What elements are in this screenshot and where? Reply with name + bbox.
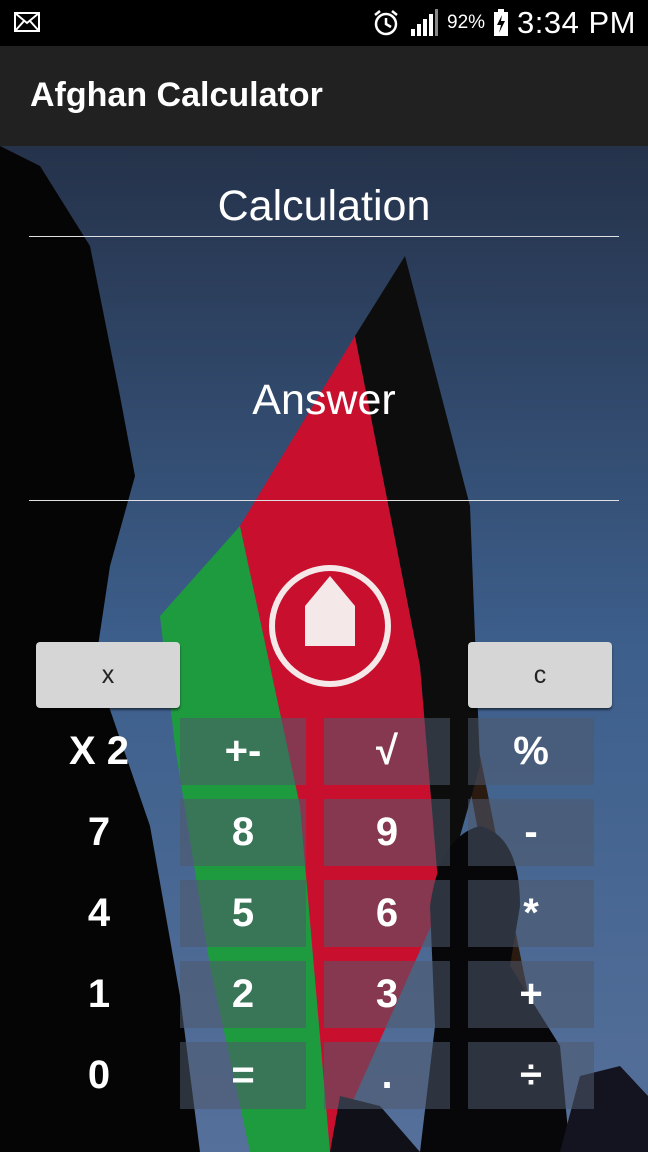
digit-0-key[interactable]: 0	[36, 1042, 162, 1109]
app-title: Afghan Calculator	[30, 76, 323, 114]
app-bar: Afghan Calculator	[0, 46, 648, 146]
square-key[interactable]: X 2	[36, 718, 162, 785]
mail-icon	[14, 12, 40, 32]
decimal-key[interactable]: .	[324, 1042, 450, 1109]
calculation-field[interactable]: Calculation	[29, 176, 619, 237]
battery-charging-icon	[494, 9, 509, 36]
subtract-key[interactable]: -	[468, 799, 594, 866]
divide-key[interactable]: ÷	[468, 1042, 594, 1109]
digit-7-key[interactable]: 7	[36, 799, 162, 866]
digit-2-key[interactable]: 2	[180, 961, 306, 1028]
digit-8-key[interactable]: 8	[180, 799, 306, 866]
square-root-key[interactable]: √	[324, 718, 450, 785]
status-bar: 92% 3:34 PM	[0, 0, 648, 46]
digit-1-key[interactable]: 1	[36, 961, 162, 1028]
battery-percent: 92%	[447, 12, 486, 33]
digit-6-key[interactable]: 6	[324, 880, 450, 947]
digit-3-key[interactable]: 3	[324, 961, 450, 1028]
backspace-button[interactable]: x	[36, 642, 180, 708]
answer-field: Answer	[29, 236, 619, 501]
multiply-key[interactable]: *	[468, 880, 594, 947]
keypad: X 2 +- √ % 7 8 9 - 4 5 6 * 1 2 3 + 0 = .…	[0, 718, 648, 1118]
status-time: 3:34 PM	[517, 5, 636, 40]
clear-button[interactable]: c	[468, 642, 612, 708]
sign-toggle-key[interactable]: +-	[180, 718, 306, 785]
percent-key[interactable]: %	[468, 718, 594, 785]
equals-key[interactable]: =	[180, 1042, 306, 1109]
alarm-icon	[374, 10, 398, 36]
calculator-content: Calculation Answer x c X 2 +- √ % 7 8 9 …	[0, 146, 648, 1152]
digit-4-key[interactable]: 4	[36, 880, 162, 947]
digit-5-key[interactable]: 5	[180, 880, 306, 947]
add-key[interactable]: +	[468, 961, 594, 1028]
digit-9-key[interactable]: 9	[324, 799, 450, 866]
signal-icon	[411, 9, 439, 36]
